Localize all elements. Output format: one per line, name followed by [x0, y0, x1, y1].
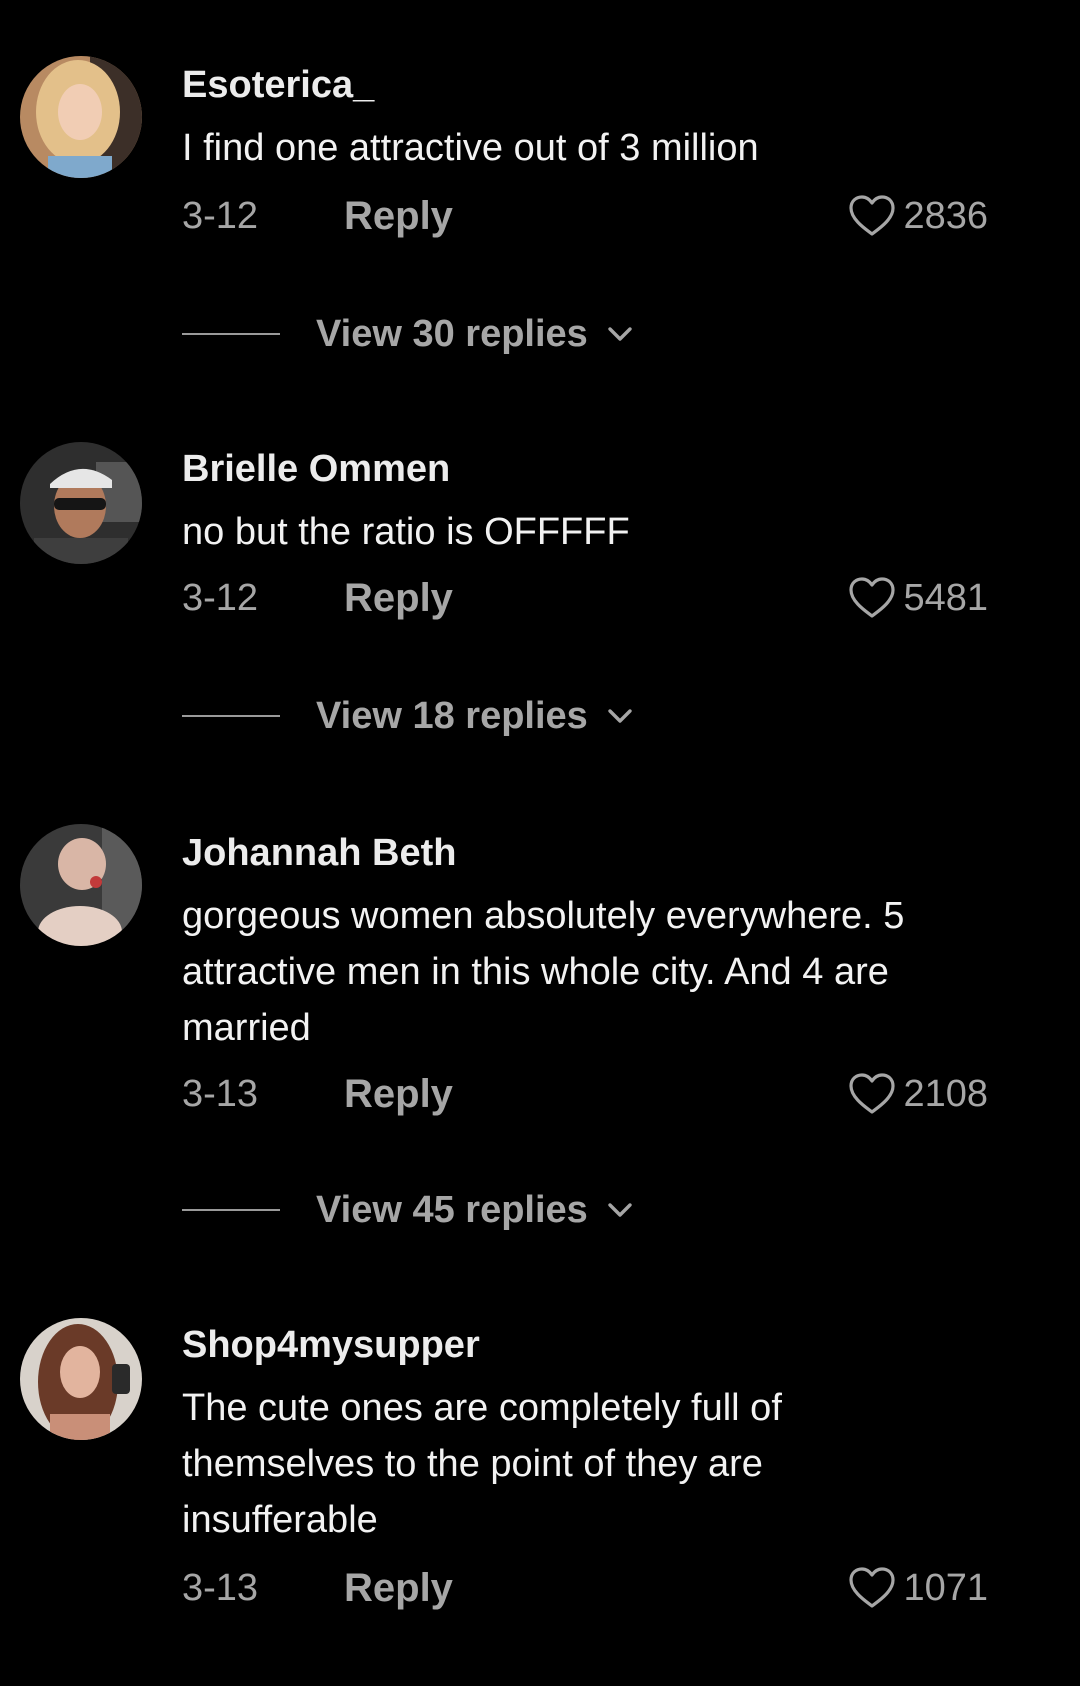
username[interactable]: Esoterica_ [182, 64, 374, 107]
like-button[interactable]: 1071 [847, 1560, 988, 1616]
divider [182, 1209, 280, 1211]
avatar[interactable] [20, 442, 142, 564]
comment-date: 3-12 [182, 577, 259, 619]
reply-button[interactable]: Reply [344, 188, 453, 244]
heart-outline-icon [849, 1567, 896, 1608]
view-replies-label: View 18 replies [316, 694, 588, 737]
chevron-down-icon [608, 327, 632, 341]
avatar[interactable] [20, 56, 142, 178]
comment-meta: 3-12 Reply 2836 [182, 188, 988, 244]
divider [182, 333, 280, 335]
comment-meta: 3-12 Reply 5481 [182, 570, 988, 626]
view-replies-button[interactable]: View 45 replies [182, 1182, 634, 1238]
comment-date: 3-13 [182, 1073, 259, 1115]
chevron-down-icon [608, 709, 632, 723]
like-button[interactable]: 5481 [847, 570, 988, 626]
like-count: 2108 [903, 1072, 988, 1115]
comment-text: The cute ones are completely full of the… [182, 1387, 782, 1541]
like-button[interactable]: 2836 [847, 188, 988, 244]
avatar[interactable] [20, 824, 142, 946]
comment-meta: 3-13 Reply 1071 [182, 1560, 988, 1616]
view-replies-label: View 45 replies [316, 1188, 588, 1231]
heart-outline-icon [849, 1073, 896, 1114]
reply-button[interactable]: Reply [344, 1560, 453, 1616]
view-replies-button[interactable]: View 18 replies [182, 688, 634, 744]
comment-date: 3-12 [182, 195, 259, 237]
avatar[interactable] [20, 1318, 142, 1440]
comment-text: gorgeous women absolutely everywhere. 5 … [182, 895, 905, 1049]
heart-outline-icon [849, 577, 896, 618]
username[interactable]: Johannah Beth [182, 832, 456, 875]
divider [182, 715, 280, 717]
heart-outline-icon [849, 195, 896, 236]
reply-button[interactable]: Reply [344, 570, 453, 626]
comment-text: no but the ratio is OFFFFF [182, 511, 630, 553]
like-count: 5481 [903, 576, 988, 619]
like-button[interactable]: 2108 [847, 1066, 988, 1122]
comment-meta: 3-13 Reply 2108 [182, 1066, 988, 1122]
username[interactable]: Brielle Ommen [182, 448, 450, 491]
like-count: 2836 [903, 194, 988, 237]
view-replies-label: View 30 replies [316, 312, 588, 355]
username[interactable]: Shop4mysupper [182, 1324, 480, 1367]
comment-text: I find one attractive out of 3 million [182, 127, 759, 169]
like-count: 1071 [903, 1566, 988, 1609]
chevron-down-icon [608, 1203, 632, 1217]
comment-date: 3-13 [182, 1567, 259, 1609]
view-replies-button[interactable]: View 30 replies [182, 306, 634, 362]
reply-button[interactable]: Reply [344, 1066, 453, 1122]
